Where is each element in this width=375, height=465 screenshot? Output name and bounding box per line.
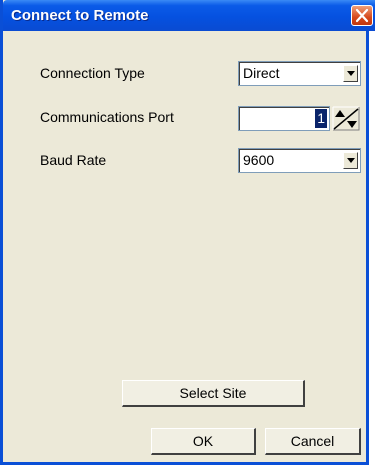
connection-type-dropdown-button[interactable] bbox=[343, 65, 358, 82]
title-bar[interactable]: Connect to Remote bbox=[3, 0, 375, 31]
baud-rate-dropdown-button[interactable] bbox=[343, 152, 358, 169]
baud-rate-label: Baud Rate bbox=[40, 152, 107, 168]
spinner-arrows-icon bbox=[332, 106, 360, 131]
baud-rate-value: 9600 bbox=[243, 152, 275, 168]
connection-type-label: Connection Type bbox=[40, 65, 145, 81]
connect-dialog: Connect to Remote Connection Type Direct… bbox=[0, 0, 375, 465]
chevron-down-icon bbox=[347, 71, 355, 76]
dialog-title: Connect to Remote bbox=[11, 7, 149, 24]
ok-button[interactable]: OK bbox=[151, 428, 256, 455]
communications-port-label: Communications Port bbox=[40, 109, 174, 125]
connection-type-value: Direct bbox=[243, 65, 280, 81]
close-icon bbox=[355, 8, 369, 23]
close-button[interactable] bbox=[351, 5, 373, 26]
select-site-button[interactable]: Select Site bbox=[122, 380, 305, 407]
communications-port-input[interactable]: 1 bbox=[238, 106, 330, 131]
chevron-down-icon bbox=[347, 158, 355, 163]
communications-port-spinner[interactable] bbox=[332, 106, 360, 131]
baud-rate-select[interactable]: 9600 bbox=[238, 148, 361, 173]
communications-port-value: 1 bbox=[315, 109, 327, 128]
connection-type-select[interactable]: Direct bbox=[238, 61, 361, 86]
cancel-button[interactable]: Cancel bbox=[265, 428, 361, 455]
